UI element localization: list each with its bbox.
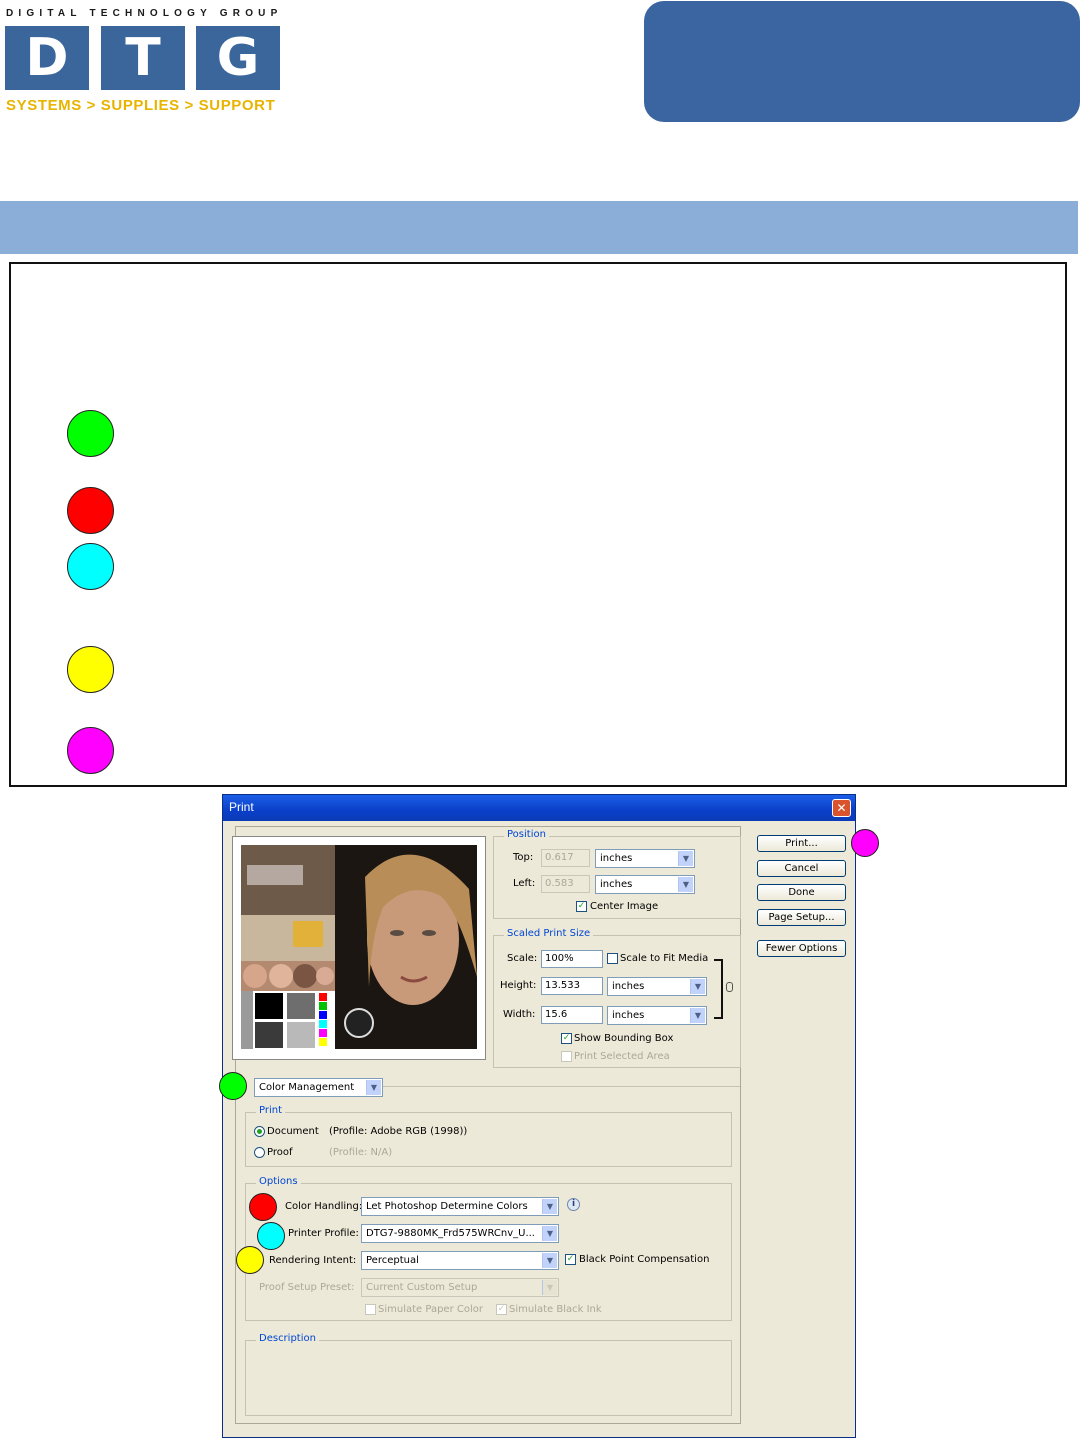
chevron-down-icon: ▼ <box>678 877 693 892</box>
chevron-down-icon: ▼ <box>542 1199 557 1214</box>
print-selected-area-checkbox[interactable] <box>561 1051 572 1062</box>
simulate-paper-checkbox[interactable] <box>365 1304 376 1315</box>
show-bounding-box-label: Show Bounding Box <box>574 1033 674 1044</box>
page-setup-button[interactable]: Page Setup... <box>757 909 846 926</box>
logo-subtitle: SYSTEMS > SUPPLIES > SUPPORT <box>6 97 276 114</box>
logo-tagline: DIGITAL TECHNOLOGY GROUP <box>6 8 283 19</box>
simulate-black-label: Simulate Black Ink <box>509 1304 602 1315</box>
cancel-button[interactable]: Cancel <box>757 860 846 877</box>
proof-label: Proof <box>267 1147 293 1158</box>
dialog-title: Print <box>229 800 254 814</box>
legend-marker-yellow <box>67 646 114 693</box>
description-group: Description <box>245 1333 732 1416</box>
chain-link-icon[interactable] <box>726 982 733 992</box>
annotation-marker-magenta <box>851 829 879 857</box>
document-profile: (Profile: Adobe RGB (1998)) <box>329 1126 468 1137</box>
left-input[interactable]: 0.583 <box>541 875 590 893</box>
aspect-bracket <box>714 959 723 1019</box>
printer-profile-label: Printer Profile: <box>288 1228 359 1239</box>
annotation-marker-red <box>249 1193 277 1221</box>
preview-image <box>233 837 485 1059</box>
dialog-titlebar[interactable]: Print ✕ <box>223 795 855 821</box>
width-input[interactable]: 15.6 <box>541 1006 603 1024</box>
chevron-down-icon: ▼ <box>678 851 693 866</box>
chevron-down-icon: ▼ <box>542 1253 557 1268</box>
chevron-down-icon: ▼ <box>542 1226 557 1241</box>
printer-profile-select[interactable]: DTG7-9880MK_Frd575WRCnv_U... ▼ <box>361 1224 559 1243</box>
legend-marker-red <box>67 487 114 534</box>
color-handling-select[interactable]: Let Photoshop Determine Colors ▼ <box>361 1197 559 1216</box>
width-label: Width: <box>503 1009 536 1020</box>
legend-box <box>9 262 1067 787</box>
print-preview <box>232 836 486 1060</box>
section-band <box>0 201 1078 254</box>
left-label: Left: <box>513 878 536 889</box>
scale-to-fit-label: Scale to Fit Media <box>620 953 709 964</box>
height-input[interactable]: 13.533 <box>541 977 603 995</box>
fewer-options-button[interactable]: Fewer Options <box>757 940 846 957</box>
center-image-label: Center Image <box>590 901 659 912</box>
center-image-checkbox[interactable]: ✓ <box>576 901 587 912</box>
done-button[interactable]: Done <box>757 884 846 901</box>
chevron-down-icon: ▼ <box>690 1008 705 1023</box>
position-group-label: Position <box>504 829 549 840</box>
legend-marker-green <box>67 410 114 457</box>
height-unit-select[interactable]: inches ▼ <box>607 977 707 996</box>
height-label: Height: <box>500 980 537 991</box>
annotation-marker-yellow <box>236 1246 264 1274</box>
rendering-intent-label: Rendering Intent: <box>269 1255 357 1266</box>
options-label: Options <box>256 1176 301 1187</box>
proof-profile: (Profile: N/A) <box>329 1147 393 1158</box>
print-dialog: Print ✕ Position Top: 0.617 inches ▼ Lef… <box>222 794 856 1438</box>
simulate-black-checkbox[interactable]: ✓ <box>496 1304 507 1315</box>
print-source-label: Print <box>256 1105 286 1116</box>
print-source-group: Print <box>245 1105 732 1167</box>
black-point-label: Black Point Compensation <box>579 1254 710 1265</box>
document-label: Document <box>267 1126 319 1137</box>
chevron-down-icon: ▼ <box>366 1080 381 1095</box>
scale-to-fit-checkbox[interactable] <box>607 953 618 964</box>
top-label: Top: <box>513 852 534 863</box>
scaled-print-size-label: Scaled Print Size <box>504 928 594 939</box>
rendering-intent-select[interactable]: Perceptual ▼ <box>361 1251 559 1270</box>
proof-radio[interactable] <box>254 1147 265 1158</box>
divider <box>383 1086 740 1087</box>
color-handling-label: Color Handling: <box>285 1201 363 1212</box>
top-input[interactable]: 0.617 <box>541 849 590 867</box>
width-unit-select[interactable]: inches ▼ <box>607 1006 707 1025</box>
scale-label: Scale: <box>507 953 538 964</box>
proof-setup-select[interactable]: Current Custom Setup ▼ <box>361 1278 559 1297</box>
legend-marker-cyan <box>67 543 114 590</box>
chevron-down-icon: ▼ <box>542 1280 557 1295</box>
info-icon[interactable]: i <box>567 1198 580 1211</box>
legend-marker-magenta <box>67 727 114 774</box>
chevron-down-icon: ▼ <box>690 979 705 994</box>
color-management-select[interactable]: Color Management ▼ <box>254 1078 383 1097</box>
logo-letter-g: G <box>196 26 280 90</box>
document-radio[interactable] <box>254 1126 265 1137</box>
left-unit-select[interactable]: inches ▼ <box>595 875 695 894</box>
header-title-banner <box>644 1 1080 122</box>
annotation-marker-cyan <box>257 1222 285 1250</box>
black-point-checkbox[interactable]: ✓ <box>565 1254 576 1265</box>
top-unit-select[interactable]: inches ▼ <box>595 849 695 868</box>
show-bounding-box-checkbox[interactable]: ✓ <box>561 1033 572 1044</box>
logo-letter-t: T <box>101 26 185 90</box>
simulate-paper-label: Simulate Paper Color <box>378 1304 483 1315</box>
proof-setup-label: Proof Setup Preset: <box>259 1282 355 1293</box>
annotation-marker-green <box>219 1072 247 1100</box>
close-button[interactable]: ✕ <box>832 799 851 817</box>
description-label: Description <box>256 1333 319 1344</box>
print-button[interactable]: Print... <box>757 835 846 852</box>
print-selected-area-label: Print Selected Area <box>574 1051 670 1062</box>
logo-letter-d: D <box>5 26 89 90</box>
scale-input[interactable]: 100% <box>541 950 603 968</box>
